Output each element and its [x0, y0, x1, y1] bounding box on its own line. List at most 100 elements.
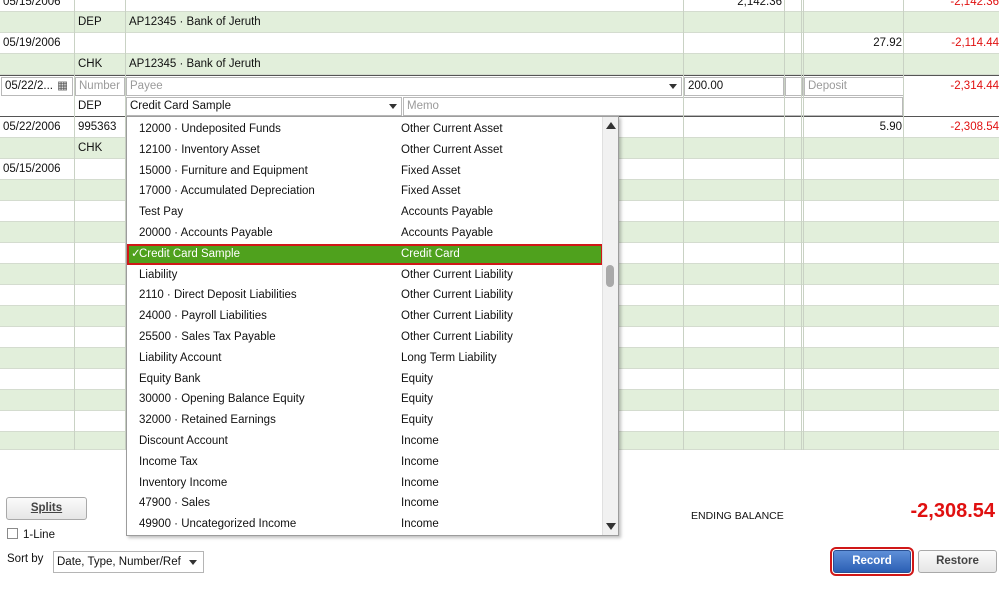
scroll-down-icon[interactable] [606, 523, 616, 530]
account-option-type: Income [401, 476, 439, 489]
number-field[interactable]: Number [75, 77, 125, 96]
account-option-name: 20000 · Accounts Payable [139, 227, 273, 239]
account-option-type: Income [401, 435, 439, 447]
type-cell: DEP [78, 100, 102, 112]
scroll-thumb[interactable] [606, 265, 614, 287]
account-option-name: 12000 · Undeposited Funds [139, 123, 281, 135]
register-row[interactable]: 05/19/2006 27.92 -2,114.44 [0, 33, 999, 54]
calendar-icon[interactable]: ▦ [57, 78, 68, 95]
date-cell: 05/22/2006 [3, 121, 61, 133]
account-option[interactable]: 25500 · Sales Tax Payable Other Current L… [127, 327, 603, 348]
account-option[interactable]: Liability Other Current Liability [127, 265, 603, 286]
record-button[interactable]: Record [830, 547, 914, 576]
account-option-name: Inventory Income [139, 476, 228, 489]
account-option-type: Income [401, 497, 439, 510]
register-row-detail[interactable]: DEP AP12345 · Bank of Jeruth [0, 12, 999, 33]
account-option[interactable]: 24000 · Payroll Liabilities Other Current… [127, 306, 603, 327]
account-option-name: 49900 · Uncategorized Income [139, 518, 297, 531]
account-option[interactable]: 15000 · Furniture and Equipment Fixed Ass… [127, 161, 603, 182]
account-option-type: Long Term Liability [401, 351, 497, 364]
account-option-type: Credit Card [401, 247, 460, 260]
date-field[interactable]: 05/22/2... ▦ [1, 77, 73, 96]
account-option[interactable]: 12000 · Undeposited Funds Other Current A… [127, 119, 603, 140]
splits-button[interactable]: Splits [6, 497, 87, 520]
account-option-name: 47900 · Sales [139, 497, 210, 510]
account-option-selected[interactable]: ✓ Credit Card Sample Credit Card [127, 243, 603, 265]
account-option[interactable]: 2110 · Direct Deposit Liabilities Other C… [127, 285, 603, 306]
account-field[interactable]: Credit Card Sample [126, 97, 402, 116]
sort-by-label: Sort by [7, 553, 44, 565]
scroll-up-icon[interactable] [606, 122, 616, 129]
account-option-name: 32000 · Retained Earnings [139, 414, 276, 427]
sort-by-select[interactable]: Date, Type, Number/Ref [53, 551, 204, 573]
checkbox-icon[interactable] [7, 528, 18, 539]
account-option[interactable]: 32000 · Retained Earnings Equity [127, 410, 603, 431]
account-option[interactable]: 47900 · Sales Income [127, 493, 603, 514]
column-divider [74, 0, 75, 450]
account-option[interactable]: 49900 · Uncategorized Income Income [127, 514, 603, 535]
account-option-type: Other Current Asset [401, 123, 503, 135]
account-option-name: Credit Card Sample [139, 247, 240, 260]
account-option-name: 17000 · Accumulated Depreciation [139, 185, 315, 198]
sort-by-value: Date, Type, Number/Ref [57, 556, 181, 568]
account-option-name: 25500 · Sales Tax Payable [139, 331, 276, 343]
account-option-name: Test Pay [139, 206, 184, 219]
payee-field[interactable]: Payee [126, 77, 682, 96]
account-option-name: Liability [139, 268, 178, 281]
account-option-name: Equity Bank [139, 372, 201, 385]
column-divider [801, 0, 802, 450]
balance-cell: -2,314.44 [950, 80, 999, 92]
column-divider [803, 0, 804, 450]
account-option-type: Fixed Asset [401, 185, 461, 198]
account-option[interactable]: Equity Bank Equity [127, 369, 603, 390]
account-option[interactable]: Inventory Income Income [127, 473, 603, 494]
payment-field[interactable]: 200.00 [684, 77, 784, 96]
account-option[interactable]: Test Pay Accounts Payable [127, 202, 603, 223]
one-line-toggle[interactable]: 1-Line [7, 528, 55, 541]
account-option[interactable]: 17000 · Accumulated Depreciation Fixed As… [127, 181, 603, 202]
account-option[interactable]: Income Tax Income [127, 452, 603, 473]
account-option-type: Other Current Asset [401, 143, 503, 156]
account-dropdown-list[interactable]: 12000 · Undeposited Funds Other Current A… [126, 116, 619, 536]
date-cell: 05/15/2006 [3, 163, 61, 175]
account-option-type: Income [401, 455, 439, 468]
account-option[interactable]: Discount Account Income [127, 431, 603, 452]
account-cell: AP12345 · Bank of Jeruth [129, 16, 261, 28]
account-option-type: Equity [401, 372, 433, 385]
type-cell: CHK [78, 142, 103, 154]
deposit-field[interactable]: Deposit [804, 77, 904, 96]
date-cell: 05/15/2006 [3, 0, 61, 8]
payee-placeholder: Payee [130, 80, 163, 92]
account-option-type: Other Current Liability [401, 310, 513, 323]
account-option-type: Other Current Liability [401, 268, 513, 281]
account-option-name: Liability Account [139, 351, 222, 364]
account-option-name: Income Tax [139, 455, 198, 468]
chevron-down-icon[interactable] [669, 84, 677, 89]
record-label: Record [852, 555, 892, 567]
restore-label: Restore [936, 555, 979, 567]
register-row[interactable]: 05/15/2006 2,142.36 -2,142.36 [0, 0, 999, 12]
account-option[interactable]: 12100 · Inventory Asset Other Current Ass… [127, 140, 603, 161]
dropdown-scrollbar[interactable] [602, 117, 618, 535]
account-option[interactable]: Liability Account Long Term Liability [127, 348, 603, 369]
account-option-type: Income [401, 518, 439, 531]
register-row-detail[interactable]: CHK AP12345 · Bank of Jeruth [0, 54, 999, 75]
account-option-name: Discount Account [139, 435, 228, 447]
splits-label: Splits [30, 502, 63, 514]
account-value: Credit Card Sample [130, 100, 231, 112]
account-option[interactable]: 20000 · Accounts Payable Accounts Payable [127, 223, 603, 244]
memo-field[interactable]: Memo [403, 97, 903, 116]
chevron-down-icon[interactable] [389, 104, 397, 109]
account-option-name: 15000 · Furniture and Equipment [139, 164, 308, 177]
ending-balance-value: -2,308.54 [910, 500, 995, 522]
account-option-type: Fixed Asset [401, 164, 461, 177]
balance-cell: -2,114.44 [951, 37, 999, 49]
account-option-name: 30000 · Opening Balance Equity [139, 393, 305, 406]
account-option-name: 2110 · Direct Deposit Liabilities [139, 289, 297, 302]
edit-row-detail: DEP Credit Card Sample Memo [0, 96, 999, 117]
balance-cell: -2,142.36 [950, 0, 999, 8]
account-option[interactable]: 30000 · Opening Balance Equity Equity [127, 389, 603, 410]
restore-button[interactable]: Restore [918, 550, 997, 573]
account-option-name: 24000 · Payroll Liabilities [139, 310, 267, 323]
chevron-down-icon[interactable] [189, 560, 197, 565]
